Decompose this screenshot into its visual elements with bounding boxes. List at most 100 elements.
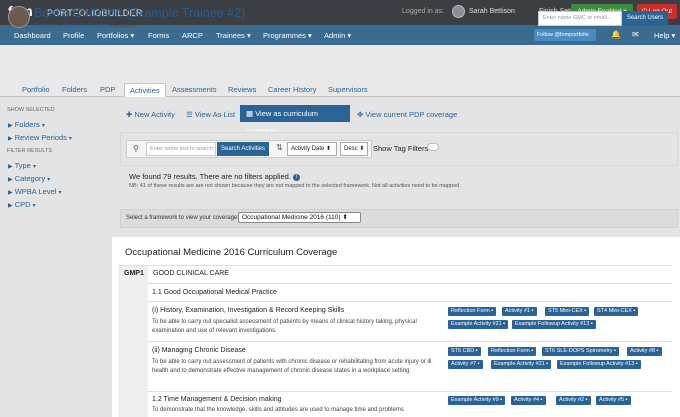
nav-dashboard[interactable]: Dashboard — [14, 31, 51, 40]
breadcrumb-training[interactable]: Speciality Training — [63, 23, 108, 29]
divider — [148, 283, 672, 284]
sidebar-type[interactable]: ▶ Type ▾ — [8, 161, 36, 170]
activity-tag[interactable]: Reflection Form ▪ — [448, 307, 497, 316]
caret-right-icon: ▶ — [8, 203, 13, 209]
activity-tag[interactable]: Activity #4 ▪ — [511, 396, 546, 405]
chevron-down-icon: ▾ — [68, 136, 72, 142]
activity-tag-label: Activity #8 — [630, 348, 656, 354]
framework-select[interactable]: Occupational Medicine 2016 (110) ⬍ — [238, 212, 361, 223]
nav-arcp[interactable]: ARCP — [182, 31, 203, 40]
nav-help[interactable]: Help ▾ — [654, 31, 675, 40]
activity-tag[interactable]: Activity #1 ▪ — [502, 307, 537, 316]
search-users-button[interactable]: Search Users — [622, 11, 668, 26]
breadcrumb: Portfolios » Speciality Training » Activ… — [34, 23, 135, 29]
activity-tag[interactable]: Reflection Form ▪ — [488, 347, 537, 356]
activity-tag[interactable]: Example Activity #21 ▪ — [491, 360, 552, 369]
sidebar-type-label: Type — [14, 161, 31, 170]
activity-tag[interactable]: Example Activity #9 ▪ — [448, 396, 506, 405]
info-icon[interactable]: i — [293, 174, 300, 181]
curriculum-title: Occupational Medicine 2016 Curriculum Co… — [125, 247, 338, 258]
tag-icon: ▪ — [546, 361, 549, 367]
nav-programmes[interactable]: Programmes ▾ — [263, 31, 312, 40]
user-search-input[interactable]: Enter name GMC or email... — [538, 11, 622, 26]
bell-icon[interactable]: 🔔 — [611, 30, 621, 39]
nav-portfolios[interactable]: Portfolios ▾ — [97, 31, 134, 40]
activity-tag[interactable]: Activity #7 ▪ — [448, 360, 483, 369]
activity-tag[interactable]: ST6 CBD ▪ — [448, 347, 481, 356]
tag-icon: ▪ — [590, 321, 593, 327]
envelope-icon[interactable]: ✉ — [632, 30, 639, 39]
chevron-down-icon: ▾ — [32, 164, 36, 170]
sidebar-folders[interactable]: ▶ Folders ▾ — [8, 120, 45, 129]
activity-tag[interactable]: Activity #8 ▪ — [627, 347, 662, 356]
framework-label: Select a framework to view your coverage… — [126, 215, 240, 221]
gmp-title: GOOD CLINICAL CARE — [153, 270, 229, 277]
tag-icon: ▪ — [540, 397, 543, 403]
sidebar-wpba-level[interactable]: ▶ WPBA Level ▾ — [8, 187, 62, 196]
sidebar-category[interactable]: ▶ Category ▾ — [8, 174, 50, 183]
nav-forms[interactable]: Forms — [148, 31, 169, 40]
tab-pdp[interactable]: PDP — [100, 85, 115, 94]
tab-career-history[interactable]: Career History — [268, 85, 316, 94]
chevron-down-icon: ⬍ — [342, 214, 348, 221]
view-pdp-button[interactable]: ✥ View current PDP coverage — [357, 110, 457, 119]
section-description: To demonstrate that the knowledge, skill… — [152, 407, 404, 413]
competency-title: (ii) Managing Chronic Disease — [152, 347, 246, 354]
activity-tag[interactable]: Example Followup Activity #13 ▪ — [512, 320, 596, 329]
tab-assessments[interactable]: Assessments — [172, 85, 217, 94]
sort-direction-select[interactable]: Desc ⬍ — [340, 142, 368, 156]
activity-tag[interactable]: Example Activity #21 ▪ — [448, 320, 509, 329]
chevron-down-icon: ⬍ — [326, 146, 332, 152]
tab-reviews[interactable]: Reviews — [228, 85, 256, 94]
tab-supervisors[interactable]: Supervisors — [328, 85, 368, 94]
caret-right-icon: ▶ — [8, 123, 13, 129]
breadcrumb-portfolios[interactable]: Portfolios — [34, 23, 57, 29]
caret-right-icon: ▶ — [8, 136, 13, 142]
activity-tag-label: Activity #7 — [451, 361, 477, 367]
view-as-list-button[interactable]: ☰ View As List — [186, 110, 235, 119]
caret-right-icon: ▶ — [8, 190, 13, 196]
divider — [148, 301, 672, 302]
tab-portfolio[interactable]: Portfolio — [22, 85, 50, 94]
sidebar-cpd-label: CPD — [14, 200, 31, 209]
activity-tag[interactable]: Example Followup Activity #13 ▪ — [557, 360, 641, 369]
view-curriculum-button[interactable]: ▦ View as curriculum coverage — [240, 105, 350, 135]
sidebar-folders-label: Folders — [14, 120, 40, 129]
tag-icon: ▪ — [614, 348, 617, 354]
activity-tag[interactable]: ST6 SLE-DOPS Spirometry ▪ — [542, 347, 620, 356]
filter-results-heading: FILTER RESULTS — [7, 148, 53, 154]
tag-icon: ▪ — [477, 361, 480, 367]
activity-tag[interactable]: ST5 Mini-CEX ▪ — [545, 307, 590, 316]
view-pdp-label: View current PDP coverage — [365, 110, 458, 119]
nav-profile[interactable]: Profile — [63, 31, 84, 40]
nav-admin[interactable]: Admin ▾ — [324, 31, 351, 40]
activity-tag-label: Reflection Form — [451, 308, 490, 314]
sidebar-review-periods[interactable]: ▶ Review Periods ▾ — [8, 133, 72, 142]
show-tag-filters-toggle[interactable] — [427, 143, 439, 151]
user-avatar[interactable] — [452, 5, 465, 18]
crosshair-icon: ✥ — [357, 110, 364, 119]
tag-icon: ▪ — [491, 308, 494, 314]
activity-tag-label: Activity #2 — [559, 397, 585, 403]
activity-tag[interactable]: Activity #2 ▪ — [556, 396, 591, 405]
gmp-code: GMP1 — [124, 270, 144, 277]
activity-tag-label: Activity #4 — [514, 397, 540, 403]
sidebar-cpd[interactable]: ▶ CPD ▾ — [8, 200, 36, 209]
activity-tag[interactable]: ST4 Mini-CEX ▪ — [594, 307, 639, 316]
tab-folders[interactable]: Folders — [62, 85, 87, 94]
competency-description: To be able to carry out specialist asses… — [152, 319, 417, 334]
nav-trainees[interactable]: Trainees ▾ — [216, 31, 251, 40]
new-activity-button[interactable]: ✚ New Activity — [126, 110, 175, 119]
user-name[interactable]: Sarah Bettison — [469, 8, 515, 15]
results-summary: We found 79 results. There are no filter… — [129, 172, 300, 181]
sidebar-wpba-level-label: WPBA Level — [14, 187, 57, 196]
tab-activities[interactable]: Activities — [124, 83, 166, 97]
search-activities-button[interactable]: Search Activities — [217, 142, 269, 156]
table-icon: ▦ — [246, 109, 254, 118]
activity-search-input[interactable]: Enter some text to search — [146, 142, 216, 156]
twitter-follow-button[interactable]: Follow @fomportfolio — [534, 29, 596, 41]
tag-icon: ▪ — [585, 397, 588, 403]
tag-icon: ▪ — [584, 308, 587, 314]
activity-tag[interactable]: Activity #5 ▪ — [596, 396, 631, 405]
sort-field-select[interactable]: Activity Date ⬍ — [287, 142, 337, 156]
